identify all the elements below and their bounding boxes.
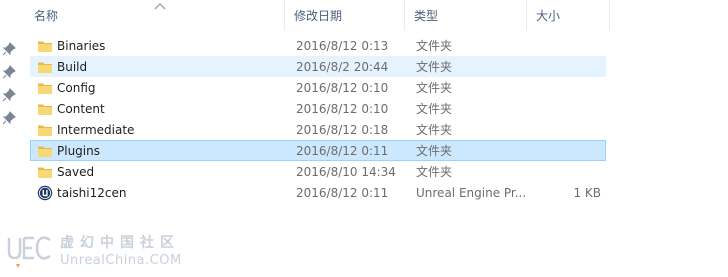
pin-icon[interactable] bbox=[2, 65, 16, 79]
file-type: 文件夹 bbox=[416, 39, 453, 53]
column-separator[interactable] bbox=[526, 0, 527, 30]
file-type: 文件夹 bbox=[416, 81, 453, 95]
watermark-text-en: UnrealChina.COM bbox=[60, 253, 182, 268]
column-header-size[interactable]: 大小 bbox=[536, 0, 560, 30]
file-date: 2016/8/12 0:10 bbox=[296, 102, 389, 116]
file-row[interactable]: Build 2016/8/2 20:44 文件夹 bbox=[30, 56, 606, 77]
file-name: Intermediate bbox=[57, 123, 135, 137]
file-name: taishi12cen bbox=[57, 186, 127, 200]
column-header-type[interactable]: 类型 bbox=[414, 0, 438, 30]
file-date: 2016/8/2 20:44 bbox=[296, 60, 389, 74]
file-row[interactable]: Content 2016/8/12 0:10 文件夹 bbox=[30, 98, 606, 119]
file-type: 文件夹 bbox=[416, 60, 453, 74]
file-name: Config bbox=[57, 81, 96, 95]
file-date: 2016/8/12 0:11 bbox=[296, 186, 389, 200]
file-type: Unreal Engine Pr... bbox=[416, 186, 527, 200]
file-date: 2016/8/12 0:18 bbox=[296, 123, 389, 137]
folder-icon bbox=[37, 122, 53, 138]
folder-icon bbox=[37, 80, 53, 96]
file-row[interactable]: taishi12cen 2016/8/12 0:11 Unreal Engine… bbox=[30, 182, 606, 203]
unreal-project-icon bbox=[37, 185, 53, 201]
file-date: 2016/8/12 0:13 bbox=[296, 39, 389, 53]
file-date: 2016/8/12 0:11 bbox=[296, 144, 389, 158]
file-name: Build bbox=[57, 60, 88, 74]
column-header-name[interactable]: 名称 bbox=[34, 0, 58, 30]
folder-icon bbox=[37, 38, 53, 54]
column-header-date-modified[interactable]: 修改日期 bbox=[294, 0, 342, 30]
column-separator[interactable] bbox=[609, 0, 610, 30]
watermark-logo bbox=[6, 234, 56, 270]
file-type: 文件夹 bbox=[416, 165, 453, 179]
pin-icon[interactable] bbox=[2, 111, 16, 125]
folder-icon bbox=[37, 101, 53, 117]
folder-icon bbox=[37, 59, 53, 75]
column-separator[interactable] bbox=[284, 0, 285, 30]
file-name: Content bbox=[57, 102, 105, 116]
file-name: Plugins bbox=[57, 144, 100, 158]
folder-icon bbox=[37, 143, 53, 159]
file-type: 文件夹 bbox=[416, 123, 453, 137]
file-row[interactable]: Intermediate 2016/8/12 0:18 文件夹 bbox=[30, 119, 606, 140]
watermark-text-cn: 虚幻中国社区 bbox=[60, 235, 180, 251]
pin-icon[interactable] bbox=[2, 42, 16, 56]
file-row[interactable]: Saved 2016/8/10 14:34 文件夹 bbox=[30, 161, 606, 182]
folder-icon bbox=[37, 164, 53, 180]
file-list: Binaries 2016/8/12 0:13 文件夹 Build 2016/8… bbox=[30, 35, 606, 203]
file-row[interactable]: Config 2016/8/12 0:10 文件夹 bbox=[30, 77, 606, 98]
site-watermark: 虚幻中国社区 UnrealChina.COM bbox=[6, 232, 206, 272]
file-row[interactable]: Plugins 2016/8/12 0:11 文件夹 bbox=[30, 140, 606, 161]
file-name: Saved bbox=[57, 165, 95, 179]
pin-icon[interactable] bbox=[2, 88, 16, 102]
file-size: 1 KB bbox=[573, 186, 601, 200]
file-date: 2016/8/10 14:34 bbox=[296, 165, 396, 179]
column-header-bar: 名称 修改日期 类型 大小 bbox=[26, 0, 610, 30]
file-type: 文件夹 bbox=[416, 144, 453, 158]
file-date: 2016/8/12 0:10 bbox=[296, 81, 389, 95]
column-separator[interactable] bbox=[404, 0, 405, 30]
file-type: 文件夹 bbox=[416, 102, 453, 116]
file-name: Binaries bbox=[57, 39, 106, 53]
sort-ascending-icon bbox=[153, 0, 167, 10]
file-row[interactable]: Binaries 2016/8/12 0:13 文件夹 bbox=[30, 35, 606, 56]
